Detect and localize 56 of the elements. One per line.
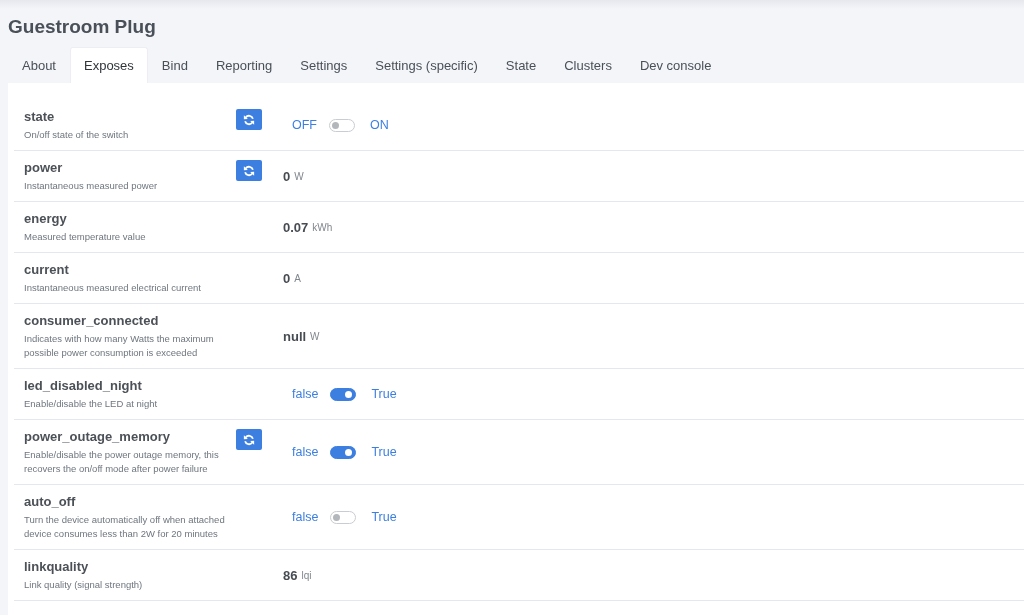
expose-description: Enable/disable the LED at night — [24, 397, 159, 411]
tab[interactable]: Clusters — [550, 47, 626, 83]
option-link[interactable]: True — [371, 510, 397, 524]
expose-name: energy — [24, 210, 68, 227]
refresh-icon — [243, 164, 255, 177]
option-link[interactable]: True — [371, 445, 397, 459]
tab[interactable]: About — [8, 47, 70, 83]
toggle-switch[interactable] — [330, 387, 357, 401]
toggle-switch[interactable] — [330, 445, 357, 459]
tab[interactable]: Dev console — [625, 47, 726, 83]
toggle-switch[interactable] — [330, 510, 357, 524]
option-link[interactable]: false — [292, 510, 319, 524]
tab[interactable]: Settings (specific) — [361, 47, 492, 83]
expose-name: power — [24, 159, 64, 176]
tab[interactable]: State — [491, 47, 551, 83]
option-link[interactable]: OFF — [292, 118, 317, 132]
option-link[interactable]: True — [371, 387, 397, 401]
option-link[interactable]: ON — [370, 118, 389, 132]
expose-name: state — [24, 108, 56, 125]
option-link[interactable]: false — [292, 387, 319, 401]
value-text: 86 — [283, 567, 298, 583]
refresh-button[interactable] — [236, 160, 262, 181]
expose-description: Link quality (signal strength) — [24, 578, 144, 592]
expose-name: auto_off — [24, 493, 77, 510]
expose-description: Instantaneous measured power — [24, 179, 159, 193]
value-text: 0 — [283, 168, 291, 184]
option-link[interactable]: false — [292, 445, 319, 459]
tab[interactable]: Exposes — [70, 47, 148, 83]
refresh-button[interactable] — [236, 109, 262, 130]
value-text: null — [283, 328, 307, 344]
toggle-switch[interactable] — [329, 118, 355, 132]
expose-name: current — [24, 261, 70, 278]
unit-text: lqi — [301, 569, 312, 581]
tab[interactable]: Reporting — [201, 47, 287, 83]
expose-description: Indicates with how many Watts the maximum possible power consumption is exceeded — [24, 332, 215, 360]
tab[interactable]: Settings — [286, 47, 362, 83]
expose-description: On/off state of the switch — [24, 128, 130, 142]
expose-description: Measured temperature value — [24, 230, 147, 244]
unit-text: A — [294, 272, 301, 284]
refresh-icon — [243, 433, 255, 446]
unit-text: W — [294, 170, 304, 182]
refresh-icon — [243, 113, 255, 126]
expose-name: linkquality — [24, 558, 90, 575]
expose-name: consumer_connected — [24, 312, 160, 329]
value-text: 0.07 — [283, 219, 309, 235]
tab[interactable]: Bind — [147, 47, 202, 83]
value-text: 0 — [283, 270, 291, 286]
unit-text: kWh — [312, 221, 333, 233]
expose-description: Turn the device automatically off when attached device consumes less than 2W for 20 minutes — [24, 513, 226, 541]
page-title: Guestroom Plug — [8, 15, 156, 39]
expose-description: Enable/disable the power outage memory, this recovers the on/off mode after power failure — [24, 448, 220, 476]
refresh-button[interactable] — [236, 429, 262, 450]
expose-description: Instantaneous measured electrical current — [24, 281, 202, 295]
expose-name: led_disabled_night — [24, 377, 143, 394]
expose-name: power_outage_memory — [24, 428, 171, 445]
unit-text: W — [310, 330, 320, 342]
